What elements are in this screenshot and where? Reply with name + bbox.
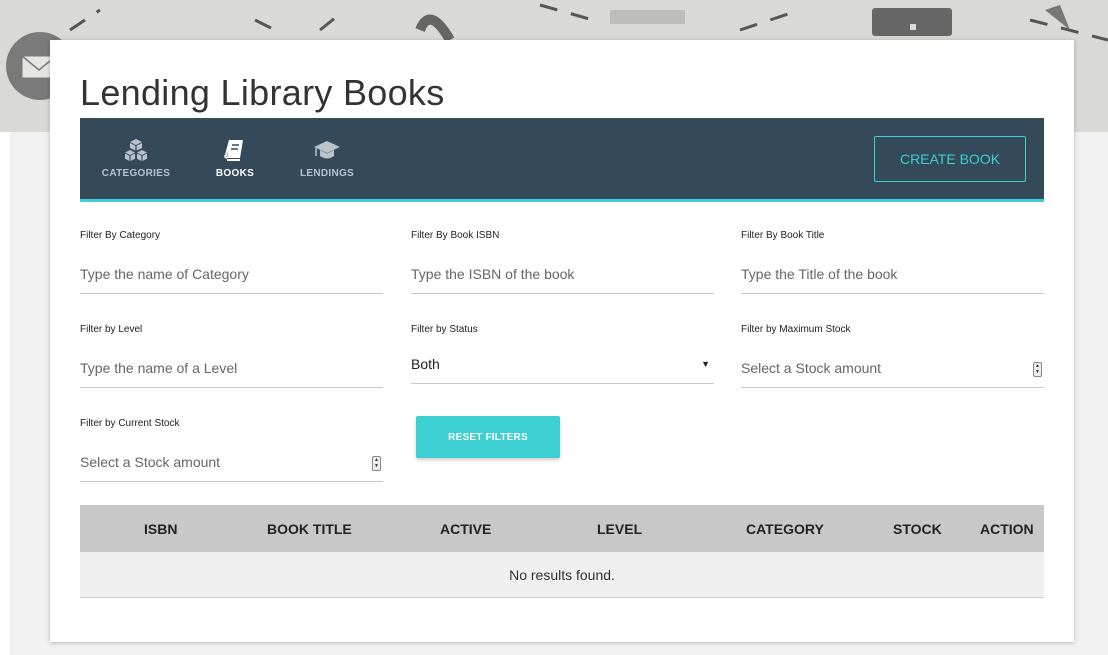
filter-max-stock-input[interactable] bbox=[741, 348, 1044, 388]
book-icon bbox=[224, 139, 243, 161]
graduation-cap-icon bbox=[314, 141, 340, 159]
filter-level-input[interactable] bbox=[80, 348, 383, 388]
main-card: Lending Library Books CATEGORIES BOOKS L… bbox=[50, 40, 1074, 642]
filter-current-stock-label: Filter by Current Stock bbox=[80, 418, 180, 429]
tab-categories[interactable]: CATEGORIES bbox=[98, 118, 174, 199]
left-gutter bbox=[0, 132, 10, 655]
empty-results-row: No results found. bbox=[80, 552, 1044, 598]
create-book-button[interactable]: CREATE BOOK bbox=[874, 136, 1026, 182]
filter-category-input[interactable] bbox=[80, 254, 383, 294]
filter-isbn-input[interactable] bbox=[411, 254, 714, 294]
filter-max-stock-label: Filter by Maximum Stock bbox=[741, 324, 851, 335]
column-header-action: ACTION bbox=[980, 521, 1034, 537]
filter-status-value: Both bbox=[411, 355, 440, 372]
filter-title-input[interactable] bbox=[741, 254, 1044, 294]
filter-status-select[interactable]: Both ▼ bbox=[411, 344, 714, 384]
tab-books[interactable]: BOOKS bbox=[195, 118, 275, 202]
main-navbar: CATEGORIES BOOKS LENDINGS CREATE BOOK bbox=[80, 118, 1044, 202]
column-header-isbn[interactable]: ISBN bbox=[144, 521, 177, 537]
tab-lendings[interactable]: LENDINGS bbox=[288, 118, 366, 199]
filter-level-label: Filter by Level bbox=[80, 324, 143, 335]
column-header-book-title[interactable]: BOOK TITLE bbox=[267, 521, 352, 537]
column-header-stock[interactable]: STOCK bbox=[893, 521, 942, 537]
filter-current-stock-input[interactable] bbox=[80, 442, 383, 482]
column-header-active[interactable]: ACTIVE bbox=[440, 521, 491, 537]
stepper-icon[interactable]: ▲ ▼ bbox=[372, 456, 381, 471]
column-header-category[interactable]: CATEGORY bbox=[746, 521, 824, 537]
filter-isbn-label: Filter By Book ISBN bbox=[411, 230, 500, 241]
reset-filters-button[interactable]: RESET FILTERS bbox=[416, 416, 560, 458]
tab-books-label: BOOKS bbox=[215, 168, 255, 179]
stepper-icon[interactable]: ▲ ▼ bbox=[1033, 362, 1042, 377]
column-header-level[interactable]: LEVEL bbox=[597, 521, 642, 537]
empty-results-message: No results found. bbox=[509, 566, 615, 583]
filter-status-label: Filter by Status bbox=[411, 324, 478, 335]
boxes-icon bbox=[125, 139, 147, 161]
tab-categories-label: CATEGORIES bbox=[101, 168, 171, 179]
books-table: ISBN BOOK TITLE ACTIVE LEVEL CATEGORY ST… bbox=[80, 505, 1044, 598]
filter-category-label: Filter By Category bbox=[80, 230, 161, 241]
dropdown-arrow-icon: ▼ bbox=[701, 358, 710, 369]
filter-title-label: Filter By Book Title bbox=[741, 230, 825, 241]
table-header: ISBN BOOK TITLE ACTIVE LEVEL CATEGORY ST… bbox=[80, 505, 1044, 552]
page-title: Lending Library Books bbox=[80, 72, 445, 113]
tab-lendings-label: LENDINGS bbox=[299, 168, 355, 179]
